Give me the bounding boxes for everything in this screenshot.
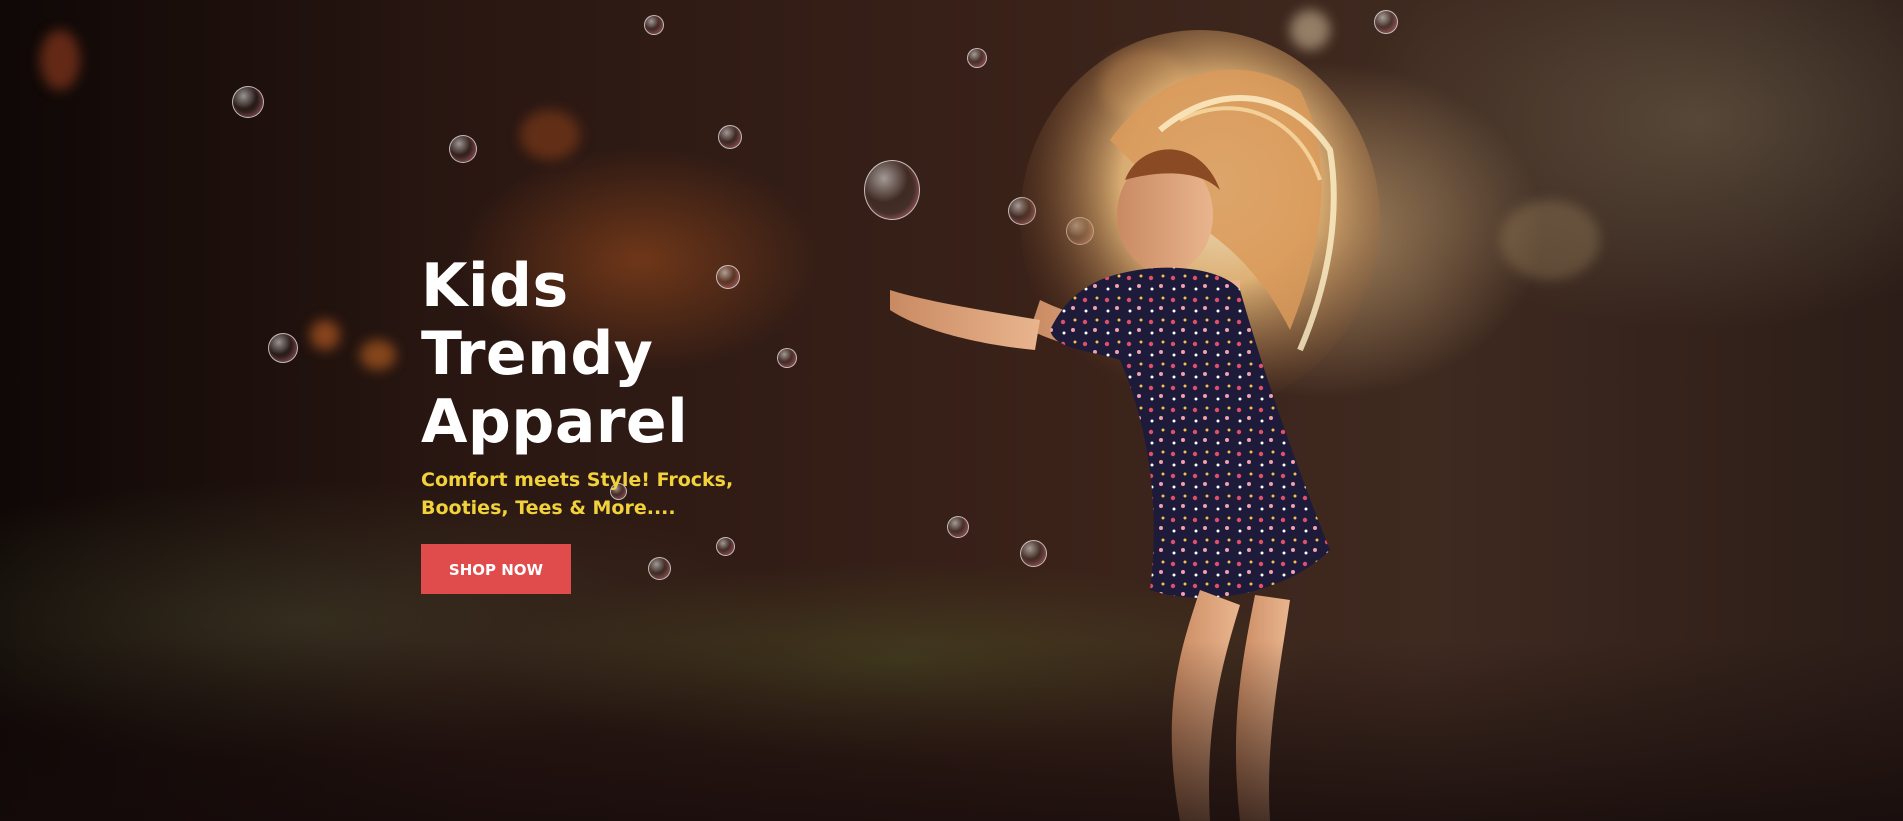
shop-now-button[interactable]: SHOP NOW [421,544,571,594]
bokeh-light [1500,200,1600,280]
bokeh-light [360,340,396,370]
bubble [268,333,298,363]
hero-content: Kids Trendy Apparel Comfort meets Style!… [421,252,821,594]
hero-title-line1: Kids Trendy [421,251,654,389]
hero-title: Kids Trendy Apparel [421,252,821,456]
bubble [644,15,664,35]
hero-title-line2: Apparel [421,387,689,457]
bokeh-light [310,320,340,350]
bokeh-light [520,110,580,160]
bubble [718,125,742,149]
girl-photo [890,30,1380,821]
hero-banner: Kids Trendy Apparel Comfort meets Style!… [0,0,1903,821]
bubble [449,135,477,163]
hero-subtitle: Comfort meets Style! Frocks, Booties, Te… [421,469,734,519]
bubble [232,86,264,118]
bokeh-light [40,30,80,90]
